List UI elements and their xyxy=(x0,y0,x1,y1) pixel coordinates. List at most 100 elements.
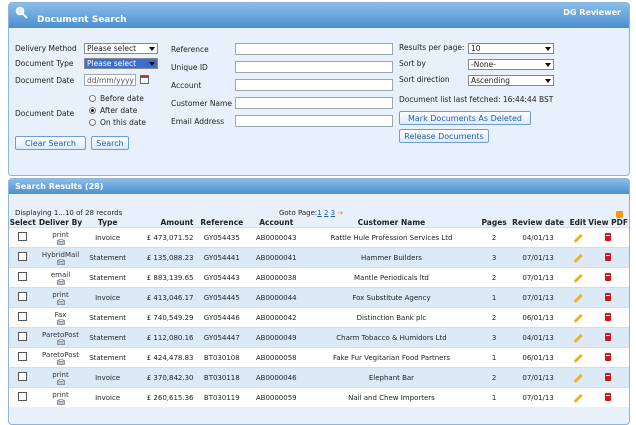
row-edit-cell xyxy=(568,247,588,268)
row-reference-cell: GY054446 xyxy=(193,307,251,328)
results-per-page-select[interactable]: 10 xyxy=(468,43,554,54)
row-deliver-cell: ParetoPost xyxy=(36,327,85,348)
row-checkbox[interactable] xyxy=(18,292,28,301)
row-checkbox[interactable] xyxy=(18,272,28,281)
last-fetched-text: Document list last fetched: 16:44:44 BST xyxy=(399,95,554,104)
row-select-cell xyxy=(9,247,37,268)
row-checkbox[interactable] xyxy=(18,352,28,361)
displaying-text: Displaying 1...10 of 28 records xyxy=(15,209,123,217)
pdf-icon[interactable] xyxy=(605,312,612,321)
goto-label: Goto Page: xyxy=(279,209,318,217)
edit-pencil-icon[interactable] xyxy=(573,393,583,403)
row-pages-cell: 3 xyxy=(480,247,508,268)
edit-pencil-icon[interactable] xyxy=(573,253,583,263)
deliver-by-text: print xyxy=(52,390,69,399)
row-reference-cell: GY054441 xyxy=(193,247,251,268)
results-title: Search Results (28) xyxy=(15,182,104,191)
delivery-method-select[interactable]: Please select xyxy=(84,43,158,54)
row-select-cell xyxy=(9,347,37,368)
row-type-cell: Statement xyxy=(84,307,131,328)
pdf-icon[interactable] xyxy=(605,272,612,281)
row-customer-cell: Mantle Periodicals ltd xyxy=(302,267,481,288)
row-review-date-cell: 07/01/13 xyxy=(507,387,569,407)
search-button[interactable]: Search xyxy=(91,136,129,150)
edit-pencil-icon[interactable] xyxy=(573,233,583,243)
radio-on-date[interactable] xyxy=(89,119,96,126)
unique-id-input[interactable] xyxy=(235,61,393,73)
magnifier-icon xyxy=(15,6,28,19)
row-reference-cell: GY054435 xyxy=(193,227,251,248)
table-row: print Invoice £ 413,046.17 GY054445 AB00… xyxy=(9,287,629,308)
row-pages-cell: 3 xyxy=(480,327,508,348)
col-review-date: Review date xyxy=(512,217,565,227)
row-deliver-cell: HybridMail xyxy=(36,247,85,268)
mark-documents-deleted-button[interactable]: Mark Documents As Deleted xyxy=(399,111,531,125)
row-pages-cell: 1 xyxy=(480,287,508,308)
email-address-input[interactable] xyxy=(235,115,393,127)
row-select-cell xyxy=(9,327,37,348)
edit-pencil-icon[interactable] xyxy=(573,313,583,323)
row-account-cell: AB0000049 xyxy=(250,327,303,348)
sort-direction-select[interactable]: Ascending xyxy=(468,75,554,86)
pdf-icon[interactable] xyxy=(605,392,612,401)
row-type-cell: Invoice xyxy=(84,367,131,388)
radio-after-date[interactable] xyxy=(89,107,96,114)
search-results-panel: Search Results (28) Displaying 1...10 of… xyxy=(8,178,630,425)
row-pdf-cell xyxy=(587,267,629,288)
clear-search-button[interactable]: Clear Search xyxy=(15,136,86,150)
customer-name-input[interactable] xyxy=(235,97,393,109)
pdf-icon[interactable] xyxy=(605,232,612,241)
row-checkbox[interactable] xyxy=(18,392,28,401)
edit-pencil-icon[interactable] xyxy=(573,353,583,363)
sort-by-select[interactable]: -None- xyxy=(468,59,554,70)
row-pdf-cell xyxy=(587,327,629,348)
sort-direction-label: Sort direction xyxy=(399,75,450,84)
deliver-by-text: HybridMail xyxy=(41,250,80,259)
edit-pencil-icon[interactable] xyxy=(573,293,583,303)
document-date-input[interactable]: dd/mm/yyyy xyxy=(84,74,136,86)
row-customer-cell: Elephant Bar xyxy=(302,367,481,388)
row-deliver-cell: Fax xyxy=(36,307,85,328)
row-reference-cell: GY054445 xyxy=(193,287,251,308)
pdf-icon[interactable] xyxy=(605,352,612,361)
row-customer-cell: Fake Fur Vegitarian Food Partners xyxy=(302,347,481,368)
row-checkbox[interactable] xyxy=(18,312,28,321)
row-review-date-cell: 06/01/13 xyxy=(507,347,569,368)
account-label: Account xyxy=(171,81,202,90)
row-customer-cell: Distinction Bank plc xyxy=(302,307,481,328)
row-checkbox[interactable] xyxy=(18,232,28,241)
pdf-icon[interactable] xyxy=(605,292,612,301)
row-pages-cell: 2 xyxy=(480,307,508,328)
col-pages: Pages xyxy=(481,217,507,227)
deliver-by-text: ParetoPost xyxy=(42,330,79,339)
row-checkbox[interactable] xyxy=(18,372,28,381)
radio-before-date[interactable] xyxy=(89,95,96,102)
row-edit-cell xyxy=(568,327,588,348)
edit-pencil-icon[interactable] xyxy=(573,373,583,383)
release-documents-button[interactable]: Release Documents xyxy=(399,129,489,143)
col-type: Type xyxy=(97,217,118,227)
row-edit-cell xyxy=(568,227,588,248)
customer-name-label: Customer Name xyxy=(171,99,232,108)
document-type-select[interactable]: Please select xyxy=(84,58,158,69)
document-search-panel: Document Search DG Reviewer Delivery Met… xyxy=(8,2,630,176)
reference-input[interactable] xyxy=(235,43,393,55)
calendar-icon[interactable] xyxy=(140,75,149,84)
row-checkbox[interactable] xyxy=(18,332,28,341)
edit-pencil-icon[interactable] xyxy=(573,333,583,343)
page-link-3[interactable]: 3 xyxy=(331,209,335,217)
row-checkbox[interactable] xyxy=(18,252,28,261)
pdf-icon[interactable] xyxy=(605,332,612,341)
col-edit: Edit xyxy=(569,217,587,227)
page-link-2[interactable]: 2 xyxy=(324,209,328,217)
edit-pencil-icon[interactable] xyxy=(573,273,583,283)
account-input[interactable] xyxy=(235,79,393,91)
pdf-icon[interactable] xyxy=(605,372,612,381)
deliver-by-text: print xyxy=(52,230,69,239)
row-review-date-cell: 07/01/13 xyxy=(507,287,569,308)
next-page-icon[interactable]: ➔ xyxy=(337,209,343,217)
row-edit-cell xyxy=(568,367,588,388)
row-pages-cell: 2 xyxy=(480,227,508,248)
pdf-icon[interactable] xyxy=(605,252,612,261)
page-link-1[interactable]: 1 xyxy=(317,209,321,217)
